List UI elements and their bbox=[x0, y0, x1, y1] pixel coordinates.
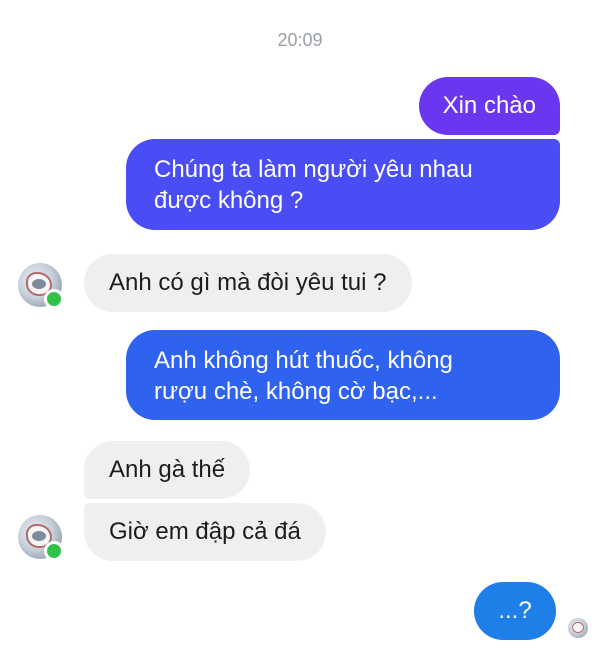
online-status-icon bbox=[44, 289, 64, 309]
message-timestamp: 20:09 bbox=[277, 30, 323, 50]
contact-avatar[interactable] bbox=[18, 263, 64, 309]
incoming-message[interactable]: Giờ em đập cả đá bbox=[84, 503, 326, 561]
chat-thread[interactable]: 20:09 Xin chào Chúng ta làm người yêu nh… bbox=[0, 0, 600, 664]
incoming-message[interactable]: Anh có gì mà đòi yêu tui ? bbox=[84, 254, 412, 312]
outgoing-message[interactable]: Anh không hút thuốc, không rượu chè, khô… bbox=[126, 330, 560, 420]
contact-avatar[interactable] bbox=[18, 515, 64, 561]
online-status-icon bbox=[44, 541, 64, 561]
outgoing-message[interactable]: ...? bbox=[474, 582, 556, 640]
seen-receipt-avatar-icon bbox=[568, 618, 588, 638]
outgoing-message[interactable]: Chúng ta làm người yêu nhau được không ? bbox=[126, 139, 560, 230]
outgoing-message[interactable]: Xin chào bbox=[418, 77, 560, 135]
incoming-message[interactable]: Anh gà thế bbox=[84, 441, 251, 499]
